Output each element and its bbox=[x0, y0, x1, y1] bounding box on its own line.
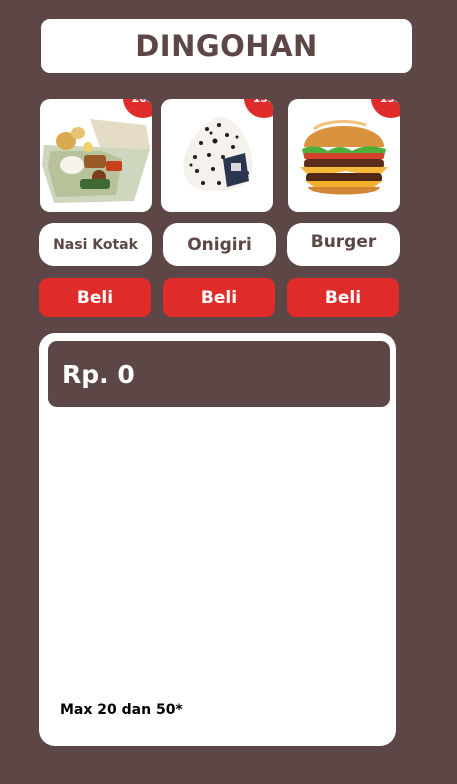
total-box: Rp. 0 bbox=[48, 341, 390, 407]
item-name-burger: Burger bbox=[310, 231, 377, 252]
buy-button-nasi-kotak[interactable]: Beli bbox=[39, 278, 151, 317]
menu-card-nasi-kotak: 20k bbox=[40, 99, 152, 212]
buy-button-burger[interactable]: Beli bbox=[287, 278, 399, 317]
menu-card-burger: 15k bbox=[288, 99, 400, 212]
price-badge-text: 20k bbox=[132, 99, 152, 105]
menu-card-onigiri: 15k bbox=[161, 99, 273, 212]
buy-button-label: Beli bbox=[76, 287, 114, 308]
price-badge-text: 15k bbox=[380, 99, 400, 105]
buy-button-onigiri[interactable]: Beli bbox=[163, 278, 275, 317]
item-name-pill: Nasi Kotak bbox=[39, 223, 152, 266]
item-name-nasi-kotak: Nasi Kotak bbox=[53, 236, 138, 253]
total-amount: Rp. 0 bbox=[62, 360, 135, 389]
buy-button-label: Beli bbox=[200, 287, 238, 308]
item-name-pill: Onigiri bbox=[163, 223, 276, 266]
page-title: DINGOHAN bbox=[135, 29, 318, 63]
item-name-onigiri: Onigiri bbox=[187, 234, 252, 255]
cart-panel: Rp. 0 Max 20 dan 50* bbox=[39, 333, 396, 746]
price-badge-text: 15k bbox=[253, 99, 273, 105]
header-title-box: DINGOHAN bbox=[41, 19, 412, 73]
buy-button-label: Beli bbox=[324, 287, 362, 308]
item-name-pill: Burger bbox=[287, 223, 400, 266]
limit-note: Max 20 dan 50* bbox=[60, 702, 183, 718]
